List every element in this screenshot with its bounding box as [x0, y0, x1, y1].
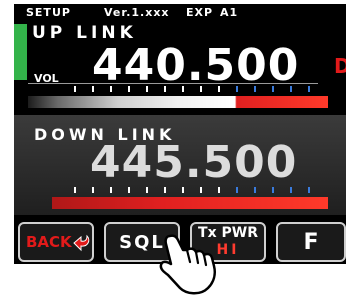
active-indicator — [14, 24, 27, 80]
f-button[interactable]: F — [276, 222, 346, 262]
down-tick-scale — [74, 187, 310, 193]
down-level-bar — [52, 197, 328, 209]
version-label: Ver.1.xxx — [104, 6, 170, 19]
a1-label: A1 — [220, 6, 239, 19]
up-level-bar — [28, 96, 328, 108]
exp-label: EXP — [186, 6, 214, 19]
status-header: SETUP Ver.1.xxx EXP A1 — [14, 4, 346, 24]
f-label: F — [303, 230, 319, 255]
up-tick-scale — [74, 86, 310, 92]
up-side-mark: D — [334, 54, 346, 78]
down-link-frequency[interactable]: 445.500 — [90, 137, 297, 188]
back-arrow-icon — [73, 234, 90, 252]
back-button[interactable]: BACK — [18, 222, 94, 262]
mode-label: SETUP — [26, 6, 71, 19]
down-link-panel[interactable]: DOWN LINK 445.500 — [14, 115, 346, 215]
radio-screen: SETUP Ver.1.xxx EXP A1 UP LINK VOL 440.5… — [14, 4, 346, 264]
pointing-hand-icon — [159, 234, 216, 295]
